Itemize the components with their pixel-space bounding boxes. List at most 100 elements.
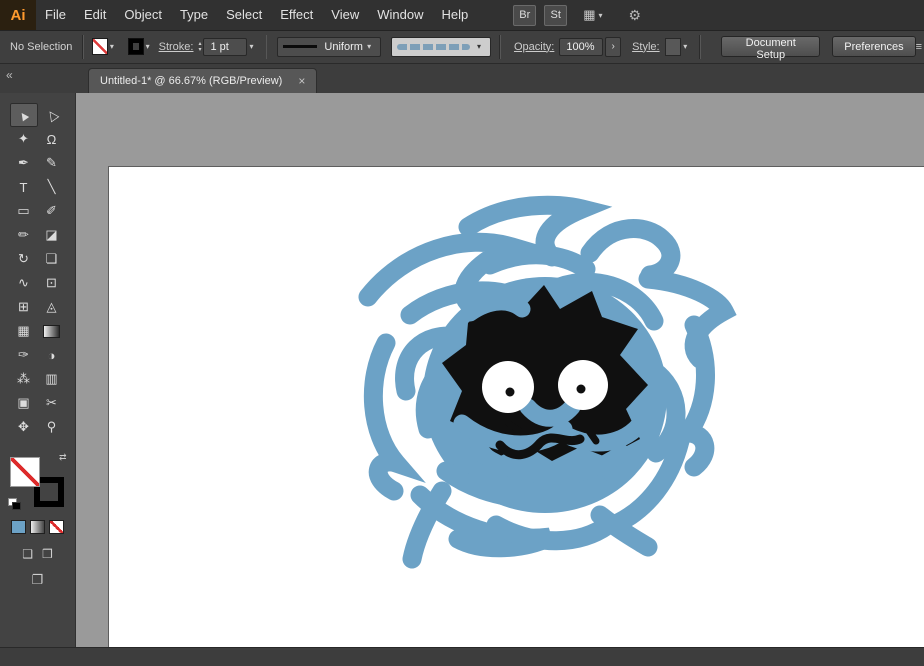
paintbrush-tool[interactable]: ✐ — [38, 199, 66, 223]
brush-definition-dropdown[interactable]: ▾ — [391, 37, 491, 57]
scale-tool[interactable]: ❏ — [38, 247, 66, 271]
menu-file[interactable]: File — [36, 0, 75, 30]
eyedropper-tool-icon: ✑ — [18, 347, 29, 363]
screen-mode-button[interactable]: ❐ — [0, 572, 75, 588]
gradient-tool[interactable] — [38, 319, 66, 343]
chevron-down-icon[interactable]: ▾ — [683, 42, 687, 51]
menu-window[interactable]: Window — [368, 0, 432, 30]
workspace-icon[interactable]: ▦ — [583, 7, 595, 23]
gradient-button[interactable] — [30, 520, 45, 534]
blend-tool-icon: ◑ — [48, 348, 56, 363]
chevron-right-icon[interactable]: › — [605, 37, 621, 57]
fill-stroke-indicator: ⇄ — [10, 455, 66, 507]
pen-tool-icon: ✒ — [18, 155, 29, 171]
selection-tool[interactable]: ▲ — [10, 103, 38, 127]
color-swatch-button[interactable] — [11, 520, 26, 534]
stroke-profile-value: Uniform — [324, 41, 365, 53]
menu-help[interactable]: Help — [432, 0, 477, 30]
chevron-down-icon: ▾ — [477, 42, 481, 51]
menubar: Ai FileEditObjectTypeSelectEffectViewWin… — [0, 0, 924, 31]
chevron-down-icon: ▾ — [367, 42, 371, 51]
draw-behind-icon[interactable]: ❒ — [42, 547, 53, 561]
chevron-down-icon[interactable]: ▾ — [146, 42, 150, 51]
artboard-tool[interactable]: ▣ — [10, 391, 38, 415]
document-setup-button[interactable]: Document Setup — [721, 36, 820, 57]
opacity-label[interactable]: Opacity: — [514, 41, 554, 53]
rotate-tool[interactable]: ↻ — [10, 247, 38, 271]
hand-tool[interactable]: ✥ — [10, 415, 38, 439]
draw-normal-icon[interactable]: ❑ — [22, 547, 33, 561]
menu-list: FileEditObjectTypeSelectEffectViewWindow… — [36, 0, 477, 30]
column-graph-tool[interactable]: ▥ — [38, 367, 66, 391]
blend-tool[interactable]: ◑ — [38, 343, 66, 367]
chevron-down-icon[interactable]: ▾ — [110, 42, 114, 51]
tangle-artwork[interactable] — [350, 195, 740, 575]
shape-builder-tool-icon: ⊞ — [18, 299, 29, 315]
panel-menu-icon[interactable]: ≡ — [916, 41, 924, 53]
tools-panel: ▲ △ ✦Ω ✒ ✎T╲▭✐✏◪↻❏∿⊡ ⊞ ◬ ▦ ✑ ◑ ⁂ ▥ ▣ ✂ ✥⚲ ⇄ ❑ ❒ ❐ — [0, 93, 76, 648]
shape-builder-tool[interactable]: ⊞ — [10, 295, 38, 319]
style-swatch[interactable] — [665, 38, 682, 56]
right-pupil — [577, 385, 586, 394]
pencil-tool[interactable]: ✏ — [10, 223, 38, 247]
menu-object[interactable]: Object — [115, 0, 171, 30]
stroke-profile-dropdown[interactable]: Uniform ▾ — [277, 37, 381, 57]
control-bar: No Selection ▾ ▾ Stroke: ▴ ▾ 1 pt ▾ Unif… — [0, 30, 924, 64]
free-transform-tool[interactable]: ⊡ — [38, 271, 66, 295]
menu-view[interactable]: View — [322, 0, 368, 30]
eraser-tool[interactable]: ◪ — [38, 223, 66, 247]
menu-edit[interactable]: Edit — [75, 0, 115, 30]
app-logo[interactable]: Ai — [0, 0, 36, 30]
eyedropper-tool[interactable]: ✑ — [10, 343, 38, 367]
menu-type[interactable]: Type — [171, 0, 217, 30]
mesh-tool-icon: ▦ — [17, 323, 29, 339]
perspective-grid-tool-icon: ◬ — [47, 299, 57, 315]
opacity-input[interactable]: 100% — [559, 38, 603, 56]
rectangle-tool[interactable]: ▭ — [10, 199, 38, 223]
column-graph-tool-icon: ▥ — [45, 371, 57, 387]
screen-mode-icon: ❐ — [32, 572, 44, 587]
symbol-sprayer-tool[interactable]: ⁂ — [10, 367, 38, 391]
width-tool[interactable]: ∿ — [10, 271, 38, 295]
mesh-tool[interactable]: ▦ — [10, 319, 38, 343]
document-tab[interactable]: Untitled-1* @ 66.67% (RGB/Preview) × — [88, 68, 317, 93]
dock-collapse-icon[interactable]: « — [6, 68, 12, 82]
swap-fill-stroke-icon[interactable]: ⇄ — [59, 452, 67, 463]
pen-tool[interactable]: ✒ — [10, 151, 38, 175]
vine-path — [590, 229, 671, 275]
sync-icon[interactable]: ⚙ — [629, 7, 642, 24]
slice-tool[interactable]: ✂ — [38, 391, 66, 415]
slice-tool-icon: ✂ — [46, 395, 57, 411]
stepper-down-icon[interactable]: ▾ — [198, 47, 201, 53]
stroke-label[interactable]: Stroke: — [159, 41, 194, 53]
zoom-tool[interactable]: ⚲ — [38, 415, 66, 439]
stroke-weight-input[interactable]: 1 pt — [203, 38, 247, 56]
tools-grid: ▲ △ ✦Ω ✒ ✎T╲▭✐✏◪↻❏∿⊡ ⊞ ◬ ▦ ✑ ◑ ⁂ ▥ ▣ ✂ ✥⚲ — [0, 103, 75, 439]
bridge-button[interactable]: Br — [513, 5, 536, 26]
close-icon[interactable]: × — [298, 74, 305, 88]
perspective-grid-tool[interactable]: ◬ — [38, 295, 66, 319]
stock-button[interactable]: St — [544, 5, 567, 26]
curvature-tool[interactable]: ✎ — [38, 151, 66, 175]
none-button[interactable] — [49, 520, 64, 534]
direct-selection-tool-icon: △ — [43, 106, 60, 125]
menu-select[interactable]: Select — [217, 0, 271, 30]
direct-selection-tool[interactable]: △ — [38, 103, 66, 127]
menu-effect[interactable]: Effect — [271, 0, 322, 30]
line-segment-tool[interactable]: ╲ — [38, 175, 66, 199]
menubar-right: Br St ▦ ▾ ⚙ — [505, 5, 641, 26]
chevron-down-icon[interactable]: ▾ — [249, 42, 253, 51]
fill-color-swatch[interactable] — [92, 38, 108, 55]
default-fill-stroke-icon[interactable] — [8, 498, 22, 510]
lasso-tool[interactable]: Ω — [38, 127, 66, 151]
style-label[interactable]: Style: — [632, 41, 660, 53]
stroke-color-swatch[interactable] — [128, 38, 144, 55]
stroke-weight-stepper[interactable]: ▴ ▾ — [198, 41, 201, 53]
chevron-down-icon[interactable]: ▾ — [599, 11, 603, 20]
selection-tool-icon: ▲ — [14, 105, 33, 125]
separator — [499, 35, 501, 59]
magic-wand-tool[interactable]: ✦ — [10, 127, 38, 151]
fill-color-box[interactable] — [10, 457, 40, 487]
type-tool[interactable]: T — [10, 175, 38, 199]
preferences-button[interactable]: Preferences — [832, 36, 915, 57]
